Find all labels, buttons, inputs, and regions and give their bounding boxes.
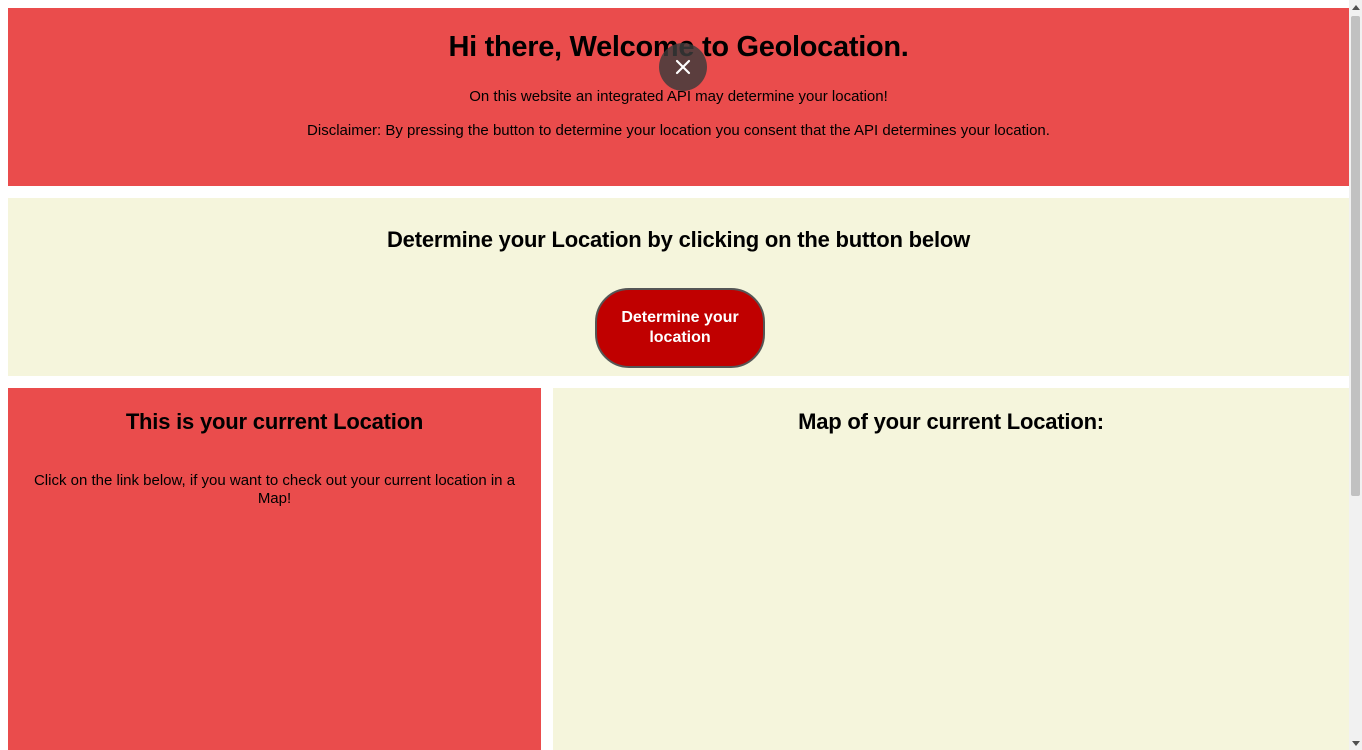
determine-location-button[interactable]: Determine your location <box>595 288 765 368</box>
arrow-up-icon <box>1351 4 1360 10</box>
current-location-heading: This is your current Location <box>125 409 424 434</box>
page: Hi there, Welcome to Geolocation. On thi… <box>0 0 1362 750</box>
arrow-down-icon <box>1351 740 1360 746</box>
current-location-text: Click on the link below, if you want to … <box>33 472 516 507</box>
current-location-panel: This is your current Location Click on t… <box>8 388 541 750</box>
map-heading: Map of your current Location: <box>798 409 1104 434</box>
scroll-down-button[interactable] <box>1349 736 1362 750</box>
close-button[interactable] <box>659 43 707 91</box>
vertical-scrollbar[interactable] <box>1349 0 1362 750</box>
disclaimer-text: Disclaimer: By pressing the button to de… <box>307 122 1050 139</box>
scrollbar-thumb[interactable] <box>1351 16 1360 496</box>
welcome-banner: Hi there, Welcome to Geolocation. On thi… <box>8 8 1349 186</box>
scroll-up-button[interactable] <box>1349 0 1362 14</box>
close-icon <box>675 59 691 75</box>
map-panel: Map of your current Location: <box>553 388 1349 750</box>
determine-location-section: Determine your Location by clicking on t… <box>8 198 1349 376</box>
determine-heading: Determine your Location by clicking on t… <box>386 227 971 252</box>
